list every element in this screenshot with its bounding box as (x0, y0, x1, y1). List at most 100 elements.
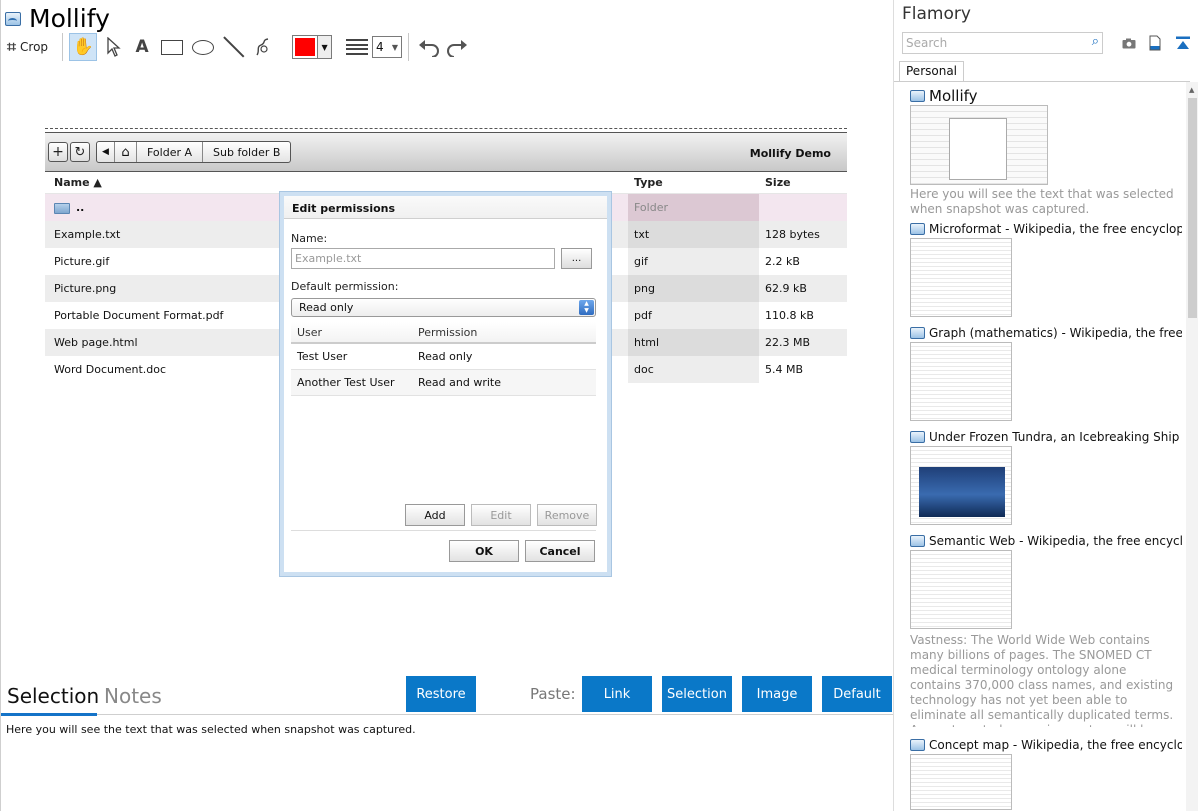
scroll-up-icon[interactable]: ▲ (1189, 86, 1194, 94)
collapse-up-icon (1176, 36, 1190, 49)
tab-notes[interactable]: Notes (104, 684, 162, 708)
file-type: png (628, 275, 759, 302)
breadcrumb-item[interactable]: Folder A (137, 142, 204, 162)
snapshot-entry[interactable]: Microformat - Wikipedia, the free encycl… (910, 221, 1182, 317)
file-type: pdf (628, 302, 759, 329)
search-icon[interactable]: ⌕ (1092, 34, 1099, 49)
permission-column-header: Permission (418, 325, 478, 339)
snapshot-entry[interactable]: Semantic Web - Wikipedia, the free encyc… (910, 533, 1182, 727)
document-button[interactable] (1147, 34, 1163, 52)
search-placeholder: Search (906, 36, 948, 50)
snapshot-entry[interactable]: Mollify Here you will see the text that … (910, 88, 1182, 217)
paste-selection-button[interactable]: Selection (662, 676, 732, 712)
name-column-header[interactable]: Name ▲ (45, 176, 628, 189)
redo-button[interactable] (443, 33, 471, 61)
snapshot-description: Vastness: The World Wide Web contains ma… (910, 633, 1174, 727)
cancel-button[interactable]: Cancel (525, 540, 595, 562)
scrollbar-thumb[interactable] (1188, 98, 1197, 318)
page-favicon-icon (910, 739, 925, 751)
snapshot-thumbnail[interactable] (910, 238, 1012, 317)
dialog-title: Edit permissions (284, 196, 607, 219)
snapshot-thumbnail[interactable] (910, 550, 1012, 629)
annotation-toolbar: ⌗ Crop ✋ A ▼ 4 ▼ (7, 32, 471, 62)
pan-tool-button[interactable]: ✋ (69, 33, 98, 61)
file-size: 128 bytes (765, 228, 820, 241)
size-column-header[interactable]: Size (759, 172, 847, 193)
app-title-row: Mollify (5, 4, 110, 33)
collapse-button[interactable] (1175, 34, 1191, 52)
snapshot-entry[interactable]: Graph (mathematics) - Wikipedia, the fre… (910, 325, 1182, 421)
home-button[interactable]: ⌂ (115, 142, 137, 162)
ok-button[interactable]: OK (449, 540, 519, 562)
add-permission-button[interactable]: Add (405, 504, 465, 526)
line-width-select[interactable]: 4 ▼ (372, 36, 403, 58)
freehand-tool-button[interactable] (248, 33, 278, 61)
paste-link-button[interactable]: Link (582, 676, 652, 712)
add-button[interactable]: + (48, 142, 68, 162)
tab-selection[interactable]: Selection (7, 684, 99, 708)
toolbar-divider (408, 33, 410, 61)
line-tool-button[interactable] (218, 33, 248, 61)
permission-user: Test User (297, 350, 348, 363)
breadcrumb-item[interactable]: Sub folder B (203, 142, 290, 162)
select-tool-button[interactable] (100, 33, 128, 61)
text-tool-icon: A (135, 37, 149, 57)
name-field[interactable]: Example.txt (291, 248, 555, 269)
app-title: Mollify (29, 4, 110, 33)
back-arrow-icon: ◀ (102, 147, 109, 157)
sidebar-title: Flamory (902, 4, 971, 24)
snapshot-entry[interactable]: Under Frozen Tundra, an Icebreaking Ship… (910, 429, 1182, 525)
page-favicon-icon (910, 327, 925, 339)
rectangle-tool-button[interactable] (156, 33, 188, 61)
file-type: gif (628, 248, 759, 275)
name-label: Name: (291, 232, 328, 245)
default-permission-select[interactable]: Read only ▲ ▼ (291, 298, 596, 317)
edit-permission-button[interactable]: Edit (471, 504, 531, 526)
paste-image-button[interactable]: Image (742, 676, 812, 712)
paste-label: Paste: (530, 685, 576, 703)
permission-value: Read only (418, 350, 473, 363)
camera-button[interactable] (1121, 34, 1137, 52)
permission-row[interactable]: Another Test User Read and write (291, 370, 596, 396)
refresh-button[interactable]: ↻ (70, 142, 90, 162)
snapshot-description: Here you will see the text that was sele… (910, 187, 1174, 216)
snapshot-entry[interactable]: Concept map - Wikipedia, the free encycl… (910, 737, 1182, 810)
back-button[interactable]: ◀ (97, 142, 115, 162)
line-width-value: 4 (376, 40, 384, 54)
dialog-divider (291, 530, 596, 531)
snapshot-title: Semantic Web - Wikipedia, the free encyc… (929, 534, 1182, 548)
crop-button[interactable]: ⌗ Crop (7, 33, 56, 61)
sidebar-scrollbar[interactable]: ▲ (1186, 82, 1198, 811)
text-tool-button[interactable]: A (128, 33, 156, 61)
pointer-icon (107, 37, 121, 57)
snapshot-thumbnail[interactable] (910, 105, 1048, 185)
rectangle-icon (161, 39, 184, 55)
type-column-header[interactable]: Type (628, 172, 759, 193)
file-size: 110.8 kB (765, 309, 814, 322)
flamory-sidebar: Flamory Search ⌕ Personal ▲ Mollify Here… (893, 0, 1198, 811)
toolbar-divider (62, 33, 64, 61)
parent-folder-type: Folder (628, 194, 759, 221)
paste-default-button[interactable]: Default (822, 676, 892, 712)
mollify-app: Mollify ⌗ Crop ✋ A ▼ 4 ▼ + ↻ ◀ ⌂ Folder … (0, 0, 894, 811)
line-style-icon[interactable] (346, 39, 369, 55)
ellipse-tool-button[interactable] (188, 33, 218, 61)
selected-text-content[interactable]: Here you will see the text that was sele… (6, 723, 416, 736)
color-picker[interactable]: ▼ (292, 35, 333, 59)
remove-permission-button[interactable]: Remove (537, 504, 597, 526)
file-manager-brand: Mollify Demo (749, 147, 831, 160)
page-favicon-icon (910, 223, 925, 235)
undo-button[interactable] (415, 33, 443, 61)
thumbnail-dialog (949, 118, 1007, 180)
permissions-table: User Permission Test User Read only Anot… (291, 322, 596, 396)
browse-button[interactable]: ... (561, 248, 592, 269)
snapshot-thumbnail[interactable] (910, 342, 1012, 421)
search-input[interactable]: Search ⌕ (902, 32, 1103, 54)
restore-button[interactable]: Restore (406, 676, 476, 712)
user-column-header: User (297, 325, 323, 339)
snapshot-title: Mollify (929, 88, 978, 104)
permission-row[interactable]: Test User Read only (291, 344, 596, 370)
tab-personal[interactable]: Personal (899, 61, 965, 82)
snapshot-thumbnail[interactable] (910, 446, 1012, 525)
snapshot-thumbnail[interactable] (910, 754, 1012, 810)
